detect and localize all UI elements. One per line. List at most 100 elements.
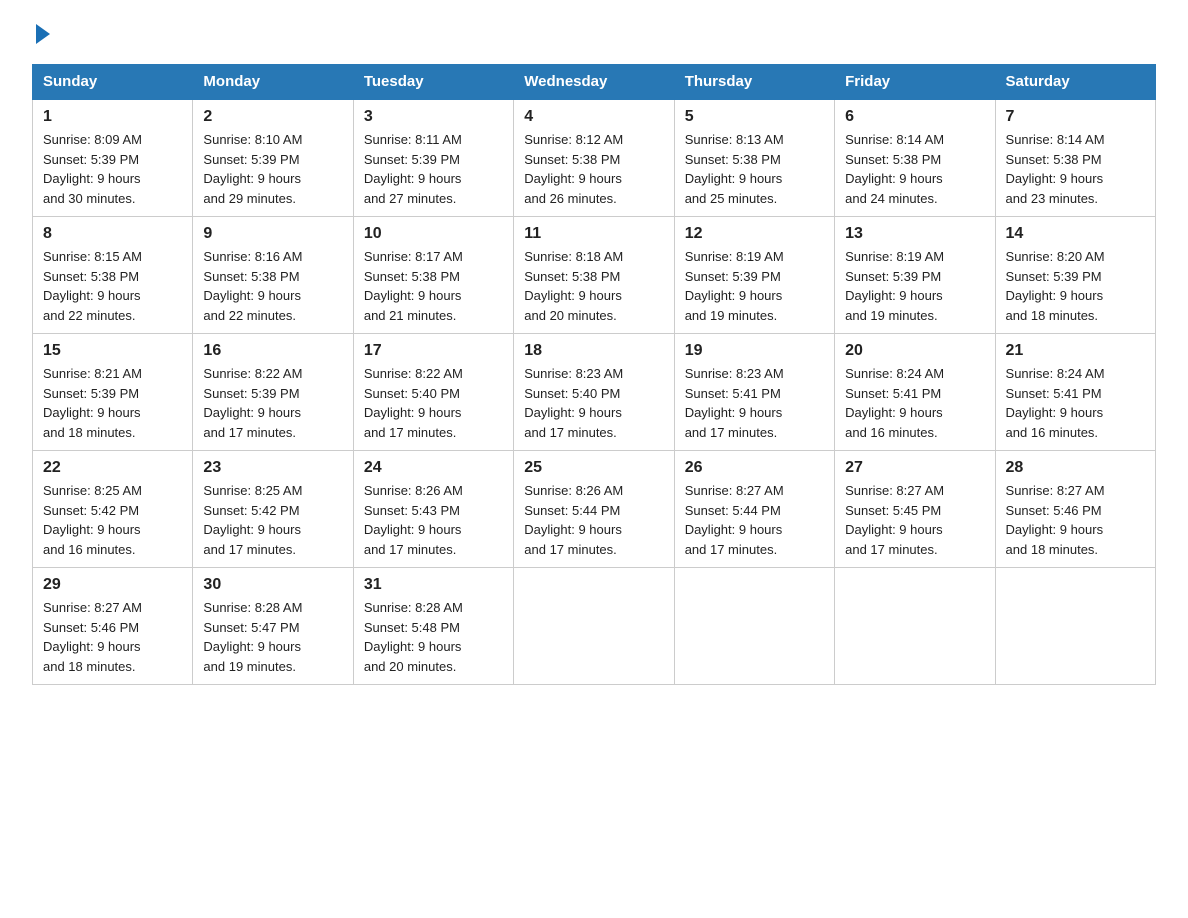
- day-info: Sunrise: 8:27 AM Sunset: 5:44 PM Dayligh…: [685, 481, 824, 559]
- calendar-cell: 13 Sunrise: 8:19 AM Sunset: 5:39 PM Dayli…: [835, 217, 995, 334]
- day-info: Sunrise: 8:28 AM Sunset: 5:47 PM Dayligh…: [203, 598, 342, 676]
- day-number: 25: [524, 459, 663, 477]
- calendar-cell: 26 Sunrise: 8:27 AM Sunset: 5:44 PM Dayli…: [674, 451, 834, 568]
- calendar-cell: 19 Sunrise: 8:23 AM Sunset: 5:41 PM Dayli…: [674, 334, 834, 451]
- calendar-week-row: 8 Sunrise: 8:15 AM Sunset: 5:38 PM Daylig…: [33, 217, 1156, 334]
- calendar-cell: 16Sunrise: 8:22 AM Sunset: 5:39 PM Dayli…: [193, 334, 353, 451]
- day-number: 8: [43, 225, 182, 243]
- day-info: Sunrise: 8:21 AM Sunset: 5:39 PM Dayligh…: [43, 364, 182, 442]
- day-number: 18: [524, 342, 663, 360]
- column-header-saturday: Saturday: [995, 65, 1155, 100]
- day-number: 3: [364, 108, 503, 126]
- day-number: 30: [203, 576, 342, 594]
- calendar-cell: 12 Sunrise: 8:19 AM Sunset: 5:39 PM Dayli…: [674, 217, 834, 334]
- calendar-cell: 10 Sunrise: 8:17 AM Sunset: 5:38 PM Dayli…: [353, 217, 513, 334]
- day-info: Sunrise: 8:15 AM Sunset: 5:38 PM Dayligh…: [43, 247, 182, 325]
- day-info: Sunrise: 8:16 AM Sunset: 5:38 PM Dayligh…: [203, 247, 342, 325]
- day-info: Sunrise: 8:19 AM Sunset: 5:39 PM Dayligh…: [685, 247, 824, 325]
- calendar-cell: 8 Sunrise: 8:15 AM Sunset: 5:38 PM Daylig…: [33, 217, 193, 334]
- calendar-cell: 21 Sunrise: 8:24 AM Sunset: 5:41 PM Dayli…: [995, 334, 1155, 451]
- day-number: 13: [845, 225, 984, 243]
- calendar-cell: 20Sunrise: 8:24 AM Sunset: 5:41 PM Dayli…: [835, 334, 995, 451]
- day-number: 23: [203, 459, 342, 477]
- day-info: Sunrise: 8:13 AM Sunset: 5:38 PM Dayligh…: [685, 130, 824, 208]
- calendar-cell: 3 Sunrise: 8:11 AM Sunset: 5:39 PM Daylig…: [353, 99, 513, 217]
- day-info: Sunrise: 8:22 AM Sunset: 5:39 PM Dayligh…: [203, 364, 342, 442]
- day-number: 15: [43, 342, 182, 360]
- day-number: 27: [845, 459, 984, 477]
- calendar-cell: [674, 568, 834, 685]
- calendar-cell: 22 Sunrise: 8:25 AM Sunset: 5:42 PM Dayli…: [33, 451, 193, 568]
- day-number: 31: [364, 576, 503, 594]
- calendar-cell: [835, 568, 995, 685]
- calendar-cell: 27 Sunrise: 8:27 AM Sunset: 5:45 PM Dayli…: [835, 451, 995, 568]
- day-number: 21: [1006, 342, 1145, 360]
- calendar-cell: 31 Sunrise: 8:28 AM Sunset: 5:48 PM Dayli…: [353, 568, 513, 685]
- logo-triangle-icon: [36, 24, 50, 44]
- day-number: 22: [43, 459, 182, 477]
- day-number: 24: [364, 459, 503, 477]
- day-info: Sunrise: 8:23 AM Sunset: 5:40 PM Dayligh…: [524, 364, 663, 442]
- column-header-sunday: Sunday: [33, 65, 193, 100]
- day-info: Sunrise: 8:09 AM Sunset: 5:39 PM Dayligh…: [43, 130, 182, 208]
- calendar-cell: 4Sunrise: 8:12 AM Sunset: 5:38 PM Daylig…: [514, 99, 674, 217]
- day-number: 6: [845, 108, 984, 126]
- calendar-week-row: 15 Sunrise: 8:21 AM Sunset: 5:39 PM Dayli…: [33, 334, 1156, 451]
- day-number: 29: [43, 576, 182, 594]
- calendar-cell: 15 Sunrise: 8:21 AM Sunset: 5:39 PM Dayli…: [33, 334, 193, 451]
- day-number: 14: [1006, 225, 1145, 243]
- calendar-cell: 1 Sunrise: 8:09 AM Sunset: 5:39 PM Daylig…: [33, 99, 193, 217]
- logo: [32, 24, 50, 46]
- column-header-friday: Friday: [835, 65, 995, 100]
- calendar-cell: 18 Sunrise: 8:23 AM Sunset: 5:40 PM Dayli…: [514, 334, 674, 451]
- day-number: 12: [685, 225, 824, 243]
- day-info: Sunrise: 8:24 AM Sunset: 5:41 PM Dayligh…: [845, 364, 984, 442]
- day-info: Sunrise: 8:17 AM Sunset: 5:38 PM Dayligh…: [364, 247, 503, 325]
- calendar-cell: 5Sunrise: 8:13 AM Sunset: 5:38 PM Daylig…: [674, 99, 834, 217]
- day-info: Sunrise: 8:27 AM Sunset: 5:45 PM Dayligh…: [845, 481, 984, 559]
- calendar-header-row: SundayMondayTuesdayWednesdayThursdayFrid…: [33, 65, 1156, 100]
- day-number: 4: [524, 108, 663, 126]
- column-header-wednesday: Wednesday: [514, 65, 674, 100]
- day-number: 11: [524, 225, 663, 243]
- day-number: 7: [1006, 108, 1145, 126]
- day-number: 10: [364, 225, 503, 243]
- day-number: 19: [685, 342, 824, 360]
- day-info: Sunrise: 8:20 AM Sunset: 5:39 PM Dayligh…: [1006, 247, 1145, 325]
- day-number: 1: [43, 108, 182, 126]
- calendar-cell: 7 Sunrise: 8:14 AM Sunset: 5:38 PM Daylig…: [995, 99, 1155, 217]
- calendar-cell: 28Sunrise: 8:27 AM Sunset: 5:46 PM Dayli…: [995, 451, 1155, 568]
- day-info: Sunrise: 8:11 AM Sunset: 5:39 PM Dayligh…: [364, 130, 503, 208]
- day-info: Sunrise: 8:18 AM Sunset: 5:38 PM Dayligh…: [524, 247, 663, 325]
- calendar-cell: 30 Sunrise: 8:28 AM Sunset: 5:47 PM Dayli…: [193, 568, 353, 685]
- calendar-cell: [995, 568, 1155, 685]
- calendar-week-row: 1 Sunrise: 8:09 AM Sunset: 5:39 PM Daylig…: [33, 99, 1156, 217]
- calendar-cell: 2Sunrise: 8:10 AM Sunset: 5:39 PM Daylig…: [193, 99, 353, 217]
- day-number: 26: [685, 459, 824, 477]
- day-number: 17: [364, 342, 503, 360]
- calendar-cell: 11 Sunrise: 8:18 AM Sunset: 5:38 PM Dayli…: [514, 217, 674, 334]
- day-info: Sunrise: 8:27 AM Sunset: 5:46 PM Dayligh…: [43, 598, 182, 676]
- day-number: 28: [1006, 459, 1145, 477]
- day-number: 9: [203, 225, 342, 243]
- day-info: Sunrise: 8:14 AM Sunset: 5:38 PM Dayligh…: [1006, 130, 1145, 208]
- calendar-table: SundayMondayTuesdayWednesdayThursdayFrid…: [32, 64, 1156, 685]
- day-info: Sunrise: 8:28 AM Sunset: 5:48 PM Dayligh…: [364, 598, 503, 676]
- day-info: Sunrise: 8:14 AM Sunset: 5:38 PM Dayligh…: [845, 130, 984, 208]
- day-info: Sunrise: 8:23 AM Sunset: 5:41 PM Dayligh…: [685, 364, 824, 442]
- day-info: Sunrise: 8:26 AM Sunset: 5:43 PM Dayligh…: [364, 481, 503, 559]
- day-info: Sunrise: 8:24 AM Sunset: 5:41 PM Dayligh…: [1006, 364, 1145, 442]
- day-info: Sunrise: 8:19 AM Sunset: 5:39 PM Dayligh…: [845, 247, 984, 325]
- day-info: Sunrise: 8:25 AM Sunset: 5:42 PM Dayligh…: [43, 481, 182, 559]
- day-info: Sunrise: 8:25 AM Sunset: 5:42 PM Dayligh…: [203, 481, 342, 559]
- page-header: [32, 24, 1156, 46]
- calendar-cell: 17 Sunrise: 8:22 AM Sunset: 5:40 PM Dayli…: [353, 334, 513, 451]
- day-info: Sunrise: 8:22 AM Sunset: 5:40 PM Dayligh…: [364, 364, 503, 442]
- day-info: Sunrise: 8:26 AM Sunset: 5:44 PM Dayligh…: [524, 481, 663, 559]
- calendar-cell: 24 Sunrise: 8:26 AM Sunset: 5:43 PM Dayli…: [353, 451, 513, 568]
- column-header-thursday: Thursday: [674, 65, 834, 100]
- day-info: Sunrise: 8:10 AM Sunset: 5:39 PM Dayligh…: [203, 130, 342, 208]
- calendar-cell: 6 Sunrise: 8:14 AM Sunset: 5:38 PM Daylig…: [835, 99, 995, 217]
- calendar-cell: 23 Sunrise: 8:25 AM Sunset: 5:42 PM Dayli…: [193, 451, 353, 568]
- column-header-tuesday: Tuesday: [353, 65, 513, 100]
